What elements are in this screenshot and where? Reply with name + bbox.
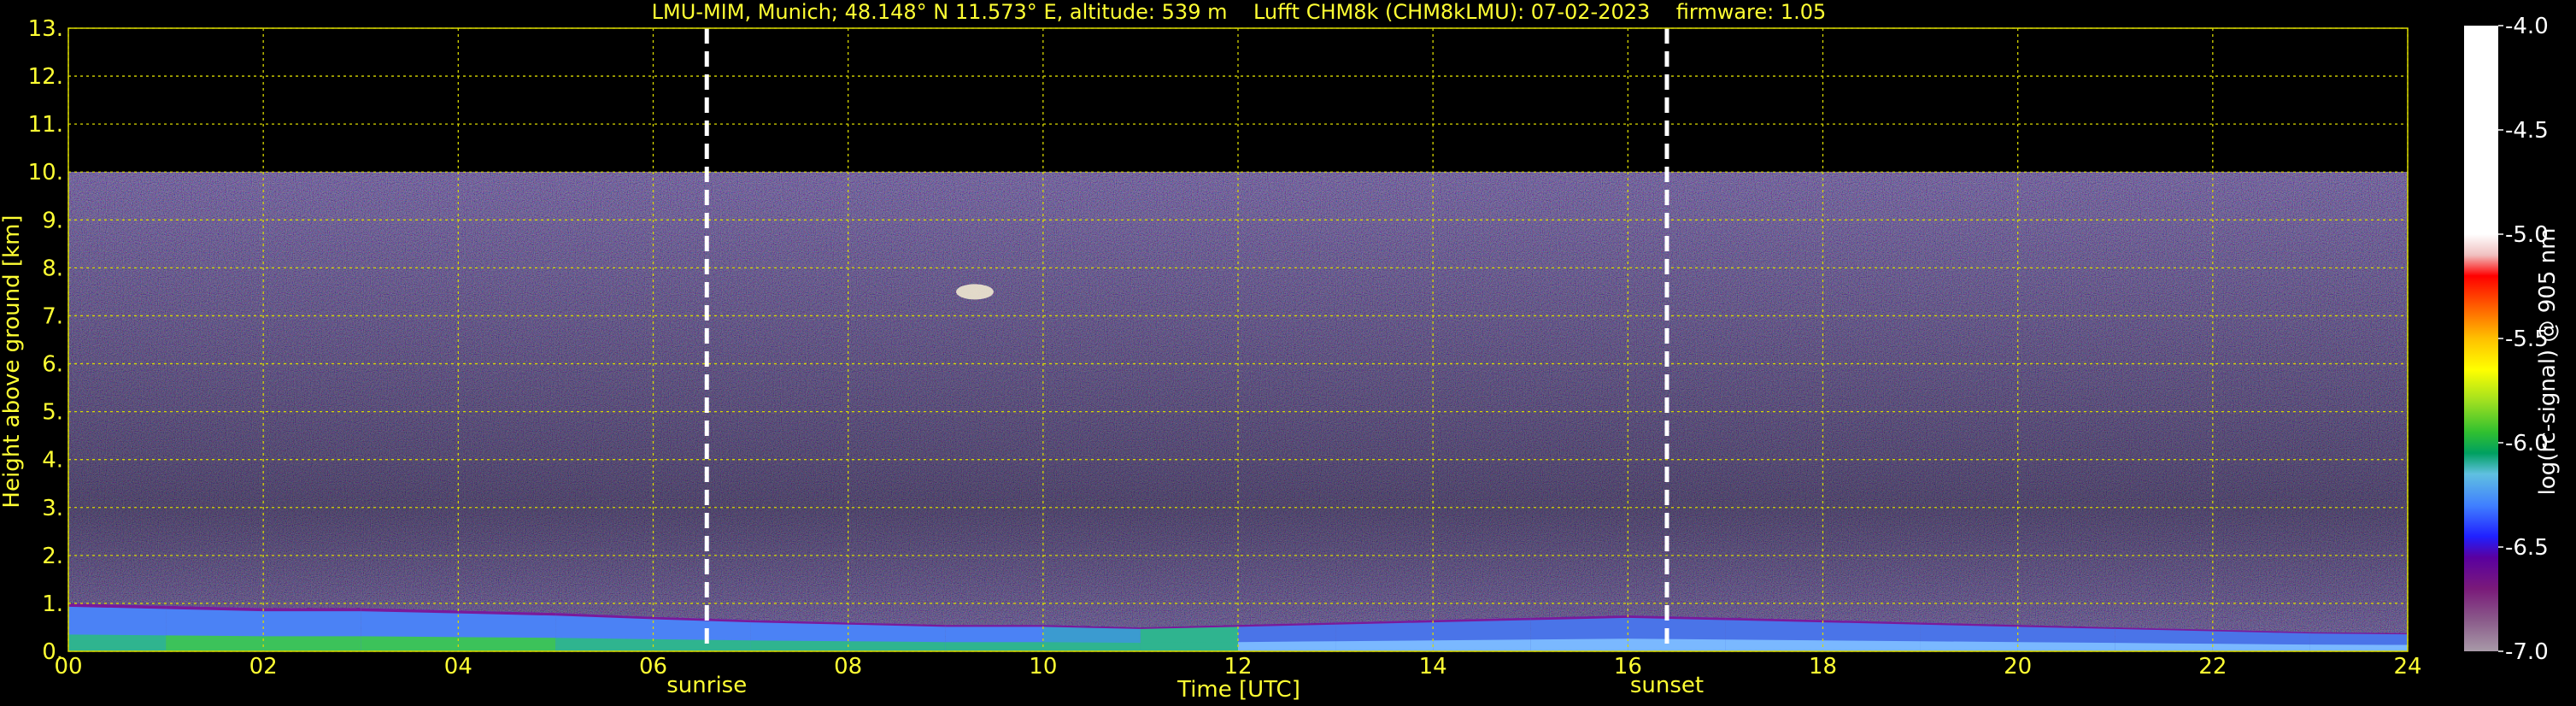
colorbar-label: log(rc-signal) @ 905 nm [2535, 228, 2561, 496]
bl-surface-segment [1628, 638, 1726, 651]
bl-surface-segment [653, 638, 751, 651]
colorbar-tick-label: -4.5 [2505, 118, 2549, 144]
x-tick-label: 14 [1419, 654, 1447, 680]
bl-surface-segment [458, 637, 556, 651]
chart-title: LMU-MIM, Munich; 48.148° N 11.573° E, al… [652, 0, 1827, 24]
bl-surface-segment [2212, 644, 2310, 651]
cloud-patch [955, 284, 994, 300]
bl-surface-segment [1140, 642, 1238, 651]
bl-surface-segment [750, 640, 848, 651]
ceilometer-chart: sunrise sunset 0.1.2.3.4.5.6.7.8.9.10.11.… [0, 0, 2561, 703]
y-tick-label: 2. [42, 544, 63, 569]
bl-surface-segment [1335, 640, 1434, 651]
bl-surface-segment [1238, 641, 1336, 651]
bl-top-edge [945, 625, 1043, 627]
y-tick-label: 6. [42, 352, 63, 378]
y-tick-label: 10. [28, 160, 63, 185]
bl-surface-segment [361, 636, 459, 651]
x-tick-label: 02 [249, 654, 278, 680]
y-tick-label: 11. [28, 112, 63, 138]
bl-surface-segment [1920, 641, 2018, 651]
colorbar-tick-label: -6.5 [2505, 535, 2549, 561]
x-tick-label: 18 [1809, 654, 1837, 680]
bl-surface-segment [1530, 638, 1628, 651]
features [955, 284, 994, 300]
colorbar-tick-label: -4.0 [2505, 14, 2549, 39]
x-tick-labels: 00 02 04 06 08 10 12 14 16 18 20 22 24 [54, 654, 2421, 680]
x-tick-label: 10 [1029, 654, 1057, 680]
y-tick-label: 8. [42, 256, 63, 281]
y-tick-label: 9. [42, 208, 63, 233]
sunrise-label: sunrise [666, 673, 747, 698]
y-tick-label: 1. [42, 591, 63, 617]
colorbar: -4.0-4.5-5.0-5.5-6.0-6.5-7.0 log(rc-sign… [2464, 14, 2561, 665]
y-tick-label: 7. [42, 303, 63, 329]
x-tick-label: 24 [2393, 654, 2421, 680]
bl-surface-segment [555, 638, 654, 651]
x-tick-label: 06 [639, 654, 667, 680]
bl-surface-segment [166, 635, 264, 651]
bl-surface-segment [1725, 639, 1823, 651]
bl-surface-segment [263, 636, 361, 651]
y-tick-labels: 0.1.2.3.4.5.6.7.8.9.10.11.12.13. [28, 16, 63, 665]
bl-surface-segment [2017, 642, 2115, 651]
x-tick-label: 12 [1223, 654, 1252, 680]
x-tick-label: 16 [1614, 654, 1642, 680]
bl-surface-segment [2115, 643, 2213, 651]
y-tick-label: 3. [42, 496, 63, 521]
y-axis-label: Height above ground [km] [0, 215, 25, 508]
bl-surface-segment [1433, 639, 1531, 651]
bl-top-edge [263, 608, 361, 612]
x-tick-label: 20 [2004, 654, 2032, 680]
bl-surface-segment [1822, 640, 1921, 651]
y-tick-label: 12. [28, 64, 63, 90]
x-tick-label: 04 [444, 654, 472, 680]
y-tick-label: 4. [42, 448, 63, 474]
bl-surface-segment [2309, 644, 2408, 651]
x-axis-label: Time [UTC] [1177, 677, 1300, 703]
bl-surface-segment [848, 641, 946, 651]
x-tick-label: 08 [834, 654, 862, 680]
bl-surface-segment [1042, 642, 1141, 651]
y-tick-label: 13. [28, 16, 63, 42]
colorbar-gradient [2464, 26, 2498, 651]
bl-surface-segment [945, 642, 1043, 651]
x-tick-label: 00 [54, 654, 82, 680]
x-tick-label: 22 [2198, 654, 2227, 680]
y-tick-label: 5. [42, 400, 63, 426]
colorbar-tick-label: -7.0 [2505, 639, 2549, 665]
bl-surface-segment [68, 634, 167, 651]
